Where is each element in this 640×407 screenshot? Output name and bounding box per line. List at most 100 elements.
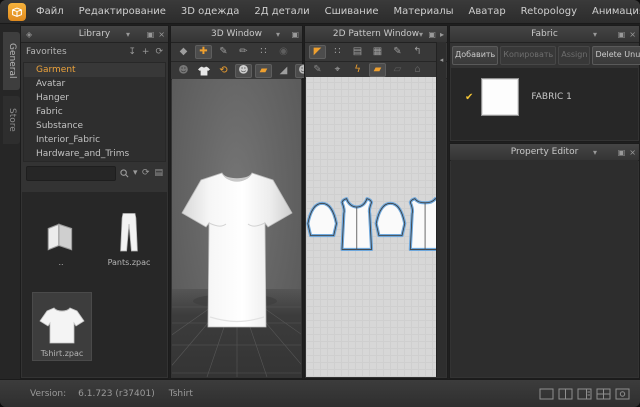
- folder-up-item[interactable]: ..: [32, 208, 90, 267]
- favorite-item-avatar[interactable]: Avatar: [24, 77, 165, 91]
- menu-sewing[interactable]: Сшивание: [325, 6, 379, 17]
- edit-pattern-tool-icon[interactable]: ∷: [329, 45, 346, 59]
- layout-quad-icon[interactable]: [596, 388, 611, 400]
- garment-fit-icon[interactable]: ⌖: [329, 63, 346, 77]
- search-input[interactable]: [26, 166, 116, 181]
- unfold-tool-icon[interactable]: ↰: [409, 45, 426, 59]
- favorite-item-hanger[interactable]: Hanger: [24, 91, 165, 105]
- refresh-favorites-icon[interactable]: ⟳: [155, 47, 163, 57]
- close-panel-icon[interactable]: ×: [158, 30, 165, 39]
- favorites-label: Favorites: [26, 47, 67, 57]
- favorite-item-substance[interactable]: Substance: [24, 119, 165, 133]
- menu-edit[interactable]: Редактирование: [79, 6, 166, 17]
- menu-retopology[interactable]: Retopology: [521, 6, 577, 17]
- show-pattern-2d-icon[interactable]: ▰: [369, 63, 386, 77]
- 2d-pattern-pieces[interactable]: [306, 189, 438, 273]
- version-label: Version:: [30, 389, 66, 399]
- favorite-item-hardware-and-trims[interactable]: Hardware_and_Trims: [24, 147, 165, 161]
- menu-file[interactable]: Файл: [36, 6, 64, 17]
- layout-with-panel-icon[interactable]: [577, 388, 592, 400]
- search-icon[interactable]: [120, 169, 129, 178]
- fabric-panel-header[interactable]: Fabric ▾ ▣ ×: [450, 26, 639, 43]
- application-window: Файл Редактирование 3D одежда 2Д детали …: [0, 0, 640, 407]
- show-pattern-icon[interactable]: ▰: [255, 64, 272, 78]
- layout-render-icon[interactable]: [615, 388, 630, 400]
- sew-segment-icon[interactable]: ✎: [215, 45, 232, 59]
- assign-fabric-button: Assign: [558, 46, 590, 65]
- fabric-list-item[interactable]: ✔ FABRIC 1: [451, 68, 638, 126]
- float-panel-icon[interactable]: ▣: [147, 30, 155, 39]
- 2d-toolbar-main: ◤ ∷ ▤ ▦ ✎ ↰: [305, 43, 447, 62]
- refresh-library-icon[interactable]: ⟳: [142, 168, 150, 178]
- fabric-check-icon[interactable]: ✔: [465, 92, 473, 103]
- library-panel-header[interactable]: ◈ Library ▾ ▣ ×: [21, 26, 168, 43]
- select-mesh-icon[interactable]: ◉: [275, 45, 292, 59]
- 3d-garment-tshirt[interactable]: [180, 167, 294, 335]
- tshirt-label: Tshirt.zpac: [33, 349, 91, 358]
- menu-animation[interactable]: Анимация: [592, 6, 640, 17]
- property-editor-header[interactable]: Property Editor ▾ ▣ ×: [450, 144, 639, 161]
- float-panel-icon[interactable]: ▣: [428, 30, 436, 39]
- fabric-list: ✔ FABRIC 1: [451, 68, 638, 140]
- expand-arrow-icon[interactable]: ▸: [440, 30, 444, 39]
- chevron-down-icon[interactable]: ▾: [593, 148, 597, 157]
- show-avatar-box-icon[interactable]: ☻: [235, 64, 252, 78]
- library-panel: ◈ Library ▾ ▣ × Favorites ↧ + ⟳ Garment …: [20, 25, 169, 379]
- 3d-viewport[interactable]: [172, 79, 301, 377]
- favorite-item-garment[interactable]: Garment: [24, 63, 165, 77]
- plane-icon[interactable]: ◢: [275, 64, 292, 78]
- file-item-pants[interactable]: Pants.zpac: [100, 208, 158, 267]
- 3d-toolbar-display: ☻ ⟲ ☻ ▰ ◢ ☻ ● ↥: [171, 62, 302, 80]
- 3d-window-header[interactable]: 3D Window ▾ ▣: [171, 26, 302, 43]
- image-tool-icon[interactable]: ▦: [369, 45, 386, 59]
- property-editor-title: Property Editor: [450, 147, 639, 157]
- menu-materials[interactable]: Материалы: [394, 6, 454, 17]
- close-panel-icon[interactable]: ×: [629, 30, 636, 39]
- trace-tool-icon[interactable]: ✎: [389, 45, 406, 59]
- 2d-window-header[interactable]: 2D Pattern Window ▾ ▣ ▸: [305, 26, 447, 43]
- close-panel-icon[interactable]: ×: [629, 148, 636, 157]
- float-panel-icon[interactable]: ▣: [618, 30, 626, 39]
- search-filter-caret-icon[interactable]: ▾: [133, 168, 138, 178]
- chevron-down-icon[interactable]: ▾: [419, 30, 423, 39]
- layout-split-icon[interactable]: [558, 388, 573, 400]
- 3d-window: 3D Window ▾ ▣ ◆ ✚ ✎ ✏ ∷ ◉ ☻ ⟲ ☻ ▰ ◢ ☻ ● …: [170, 25, 303, 379]
- menu-avatar[interactable]: Аватар: [469, 6, 506, 17]
- favorite-item-interior-fabric[interactable]: Interior_Fabric: [24, 133, 165, 147]
- 2d-viewport[interactable]: [306, 77, 436, 377]
- library-search-row: ▾ ⟳ ▤: [21, 163, 168, 183]
- tab-store[interactable]: Store: [3, 96, 20, 144]
- favorite-item-fabric[interactable]: Fabric: [24, 105, 165, 119]
- menu-2d-pattern[interactable]: 2Д детали: [254, 6, 309, 17]
- layout-single-icon[interactable]: [539, 388, 554, 400]
- show-avatar-icon[interactable]: ☻: [175, 64, 192, 78]
- chevron-down-icon[interactable]: ▾: [126, 30, 130, 39]
- collapsed-panel-expand-icon[interactable]: ◂: [440, 56, 444, 64]
- transform-pattern-tool-icon[interactable]: ◤: [309, 45, 326, 59]
- float-panel-icon[interactable]: ▣: [618, 148, 626, 157]
- edit-sewing-icon[interactable]: ✎: [309, 63, 326, 77]
- add-favorite-icon[interactable]: +: [142, 47, 150, 57]
- chevron-down-icon[interactable]: ▾: [276, 30, 280, 39]
- simulate-icon[interactable]: ◆: [175, 45, 192, 59]
- delete-unused-button[interactable]: Delete Unused: [592, 46, 640, 65]
- add-fabric-button[interactable]: Добавить: [452, 46, 498, 65]
- show-garment-icon[interactable]: [195, 64, 212, 78]
- view-mode-icon[interactable]: ▤: [154, 168, 163, 178]
- sew-free-icon[interactable]: ✏: [235, 45, 252, 59]
- menu-3d-garment[interactable]: 3D одежда: [181, 6, 239, 17]
- 2d-pattern-window: 2D Pattern Window ▾ ▣ ▸ ◤ ∷ ▤ ▦ ✎ ↰ ✎ ⌖ …: [304, 25, 448, 379]
- activate-stitch-icon[interactable]: ϟ: [349, 63, 366, 77]
- show-sewing-icon[interactable]: ⟲: [215, 64, 232, 78]
- file-item-tshirt-selected[interactable]: Tshirt.zpac: [32, 292, 92, 361]
- pin-tool-icon[interactable]: ∷: [255, 45, 272, 59]
- import-icon[interactable]: ↧: [128, 47, 136, 57]
- fabric-swatch[interactable]: [481, 78, 519, 116]
- version-value: 6.1.723 (r37401): [78, 389, 155, 399]
- float-panel-icon[interactable]: ▣: [291, 30, 299, 39]
- tab-general[interactable]: General: [3, 32, 20, 90]
- collapsed-panel-strip[interactable]: ◂: [436, 42, 446, 377]
- chevron-down-icon[interactable]: ▾: [593, 30, 597, 39]
- pattern-outline-tool-icon[interactable]: ▤: [349, 45, 366, 59]
- select-move-tool-icon[interactable]: ✚: [195, 45, 212, 59]
